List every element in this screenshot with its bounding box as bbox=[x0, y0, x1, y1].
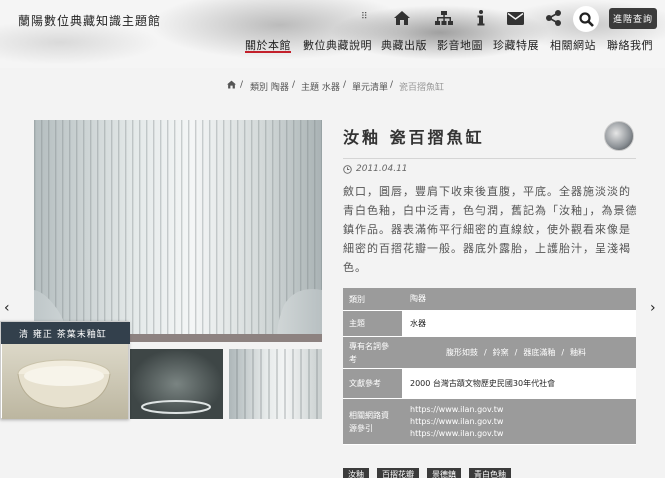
row-value[interactable]: 陶器 bbox=[402, 288, 636, 310]
tag-chip[interactable]: 青白色釉 bbox=[469, 468, 511, 478]
metadata-table: 類別 陶器 主題 水器 專有名詞參考 腹形如鼓 / 鈴窯 / 器底滿釉 / 釉料… bbox=[343, 288, 636, 445]
row-value: https://www.ilan.gov.tw https://www.ilan… bbox=[402, 399, 636, 444]
tag-list: 汝釉 百摺花瓣 景德鎮 青白色釉 bbox=[343, 468, 511, 478]
nav-exhibition[interactable]: 珍藏特展 bbox=[493, 37, 539, 53]
keyword-link[interactable]: 器底滿釉 bbox=[523, 347, 555, 359]
thumbnail-image[interactable] bbox=[229, 349, 322, 419]
main-artifact-image[interactable] bbox=[34, 120, 322, 342]
sitemap-icon[interactable] bbox=[432, 6, 456, 30]
grid-dots-icon[interactable]: ⠿ bbox=[361, 12, 368, 22]
breadcrumb-separator: / bbox=[343, 80, 347, 90]
breadcrumb-current: 瓷百摺魚缸 bbox=[399, 83, 445, 93]
resource-link[interactable]: https://www.ilan.gov.tw bbox=[410, 416, 628, 428]
mail-icon[interactable] bbox=[503, 6, 527, 30]
nav-media-map[interactable]: 影音地圖 bbox=[437, 37, 483, 53]
row-key: 相關網路資源參引 bbox=[343, 399, 402, 444]
site-title[interactable]: 蘭陽數位典藏知識主題館 bbox=[18, 12, 161, 29]
row-value[interactable]: 2000 台灣古蹟文物歷史民國30年代社會 bbox=[402, 369, 636, 398]
table-row: 主題 水器 bbox=[343, 311, 636, 337]
nav-digital-archive[interactable]: 數位典藏說明 bbox=[303, 37, 372, 53]
row-value: 腹形如鼓 / 鈴窯 / 器底滿釉 / 釉料 bbox=[402, 337, 636, 368]
thumbnail-image[interactable] bbox=[130, 349, 223, 419]
table-row: 專有名詞參考 腹形如鼓 / 鈴窯 / 器底滿釉 / 釉料 bbox=[343, 337, 636, 369]
keyword-link[interactable]: 腹形如鼓 bbox=[446, 347, 478, 359]
home-icon[interactable] bbox=[390, 6, 414, 30]
table-row: 文獻參考 2000 台灣古蹟文物歷史民國30年代社會 bbox=[343, 369, 636, 399]
keyword-separator: / bbox=[514, 347, 518, 357]
advanced-search-button[interactable]: 進階查詢 bbox=[609, 8, 657, 29]
next-arrow-icon[interactable]: › bbox=[650, 300, 656, 316]
object-title: 汝釉 瓷百摺魚缸 bbox=[343, 128, 485, 147]
keyword-separator: / bbox=[483, 347, 487, 357]
related-item-card[interactable]: 清 雍正 茶葉末釉缸 bbox=[0, 321, 130, 419]
date-text: 2011.04.11 bbox=[356, 164, 408, 174]
tag-chip[interactable]: 景德鎮 bbox=[427, 468, 461, 478]
keyword-link[interactable]: 鈴窯 bbox=[493, 347, 509, 359]
nav-related-sites[interactable]: 相關網站 bbox=[550, 37, 596, 53]
breadcrumb-theme[interactable]: 主題 水器 bbox=[301, 80, 340, 93]
clock-icon bbox=[343, 164, 352, 174]
row-key: 主題 bbox=[343, 311, 402, 336]
tag-chip[interactable]: 汝釉 bbox=[343, 468, 369, 478]
site-header: 蘭陽數位典藏知識主題館 ⠿ 進階查詢 關於本館 數位典藏說明 典藏出版 影音地圖… bbox=[0, 0, 665, 68]
publish-date: 2011.04.11 bbox=[343, 164, 408, 174]
search-icon[interactable] bbox=[573, 6, 599, 32]
resource-link[interactable]: https://www.ilan.gov.tw bbox=[410, 404, 628, 416]
breadcrumb-separator: / bbox=[390, 80, 394, 90]
nav-publications[interactable]: 典藏出版 bbox=[381, 37, 427, 53]
breadcrumb-separator: / bbox=[292, 80, 296, 90]
prev-arrow-icon[interactable]: ‹ bbox=[4, 300, 10, 316]
row-key: 專有名詞參考 bbox=[343, 337, 402, 368]
tag-chip[interactable]: 百摺花瓣 bbox=[377, 468, 419, 478]
row-key: 文獻參考 bbox=[343, 369, 402, 398]
nav-about[interactable]: 關於本館 bbox=[245, 37, 291, 53]
keyword-link[interactable]: 釉料 bbox=[570, 347, 586, 359]
resource-link[interactable]: https://www.ilan.gov.tw bbox=[410, 428, 628, 440]
breadcrumb-separator: / bbox=[240, 80, 244, 90]
nav-contact[interactable]: 聯絡我們 bbox=[607, 37, 653, 53]
related-item-image bbox=[2, 344, 128, 419]
object-description: 斂口，圓唇，豐肩下收束後直腹，平底。全器施淡淡的青白色釉，白中泛青，色勻潤，舊記… bbox=[343, 185, 638, 274]
breadcrumb-category[interactable]: 類別 陶器 bbox=[250, 80, 289, 93]
share-icon[interactable] bbox=[541, 6, 565, 30]
table-row: 相關網路資源參引 https://www.ilan.gov.tw https:/… bbox=[343, 399, 636, 445]
avatar[interactable] bbox=[604, 121, 634, 151]
row-key: 類別 bbox=[343, 288, 402, 310]
info-icon[interactable] bbox=[469, 6, 493, 30]
table-row: 類別 陶器 bbox=[343, 288, 636, 311]
related-item-caption: 清 雍正 茶葉末釉缸 bbox=[1, 322, 130, 344]
home-icon[interactable] bbox=[226, 80, 237, 92]
divider bbox=[343, 158, 636, 159]
row-value[interactable]: 水器 bbox=[402, 311, 636, 336]
breadcrumb-unit-list[interactable]: 單元清單 bbox=[352, 80, 388, 93]
keyword-separator: / bbox=[561, 347, 565, 357]
